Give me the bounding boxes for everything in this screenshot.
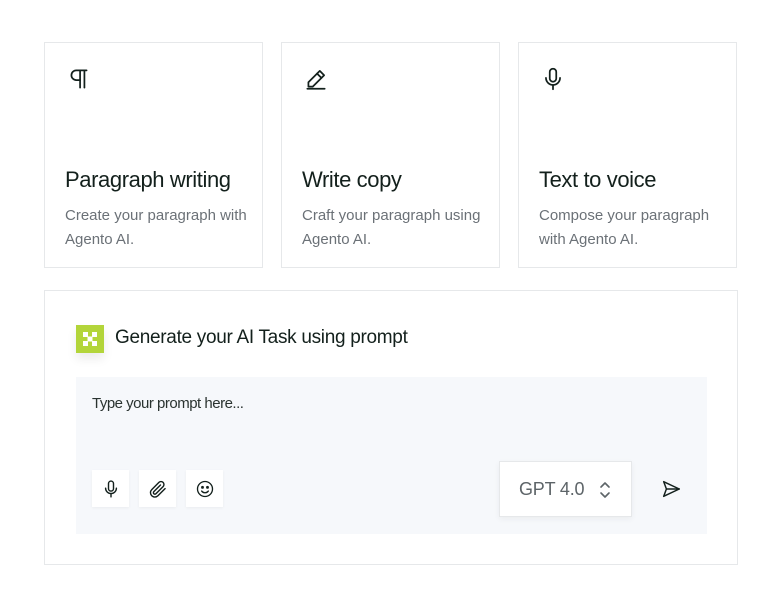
microphone-button[interactable] [92,470,129,507]
card-description: Create your paragraph with Agento AI. [65,207,247,248]
prompt-box: GPT 4.0 [76,377,707,534]
prompt-input[interactable] [92,391,652,415]
card-text-to-voice[interactable]: Text to voice Compose your paragraph wit… [518,42,737,268]
card-write-copy[interactable]: Write copy Craft your paragraph using Ag… [281,42,500,268]
attach-file-button[interactable] [139,470,176,507]
model-select[interactable]: GPT 4.0 [499,461,632,517]
pencil-icon [302,65,330,93]
card-title: Write copy [302,167,402,192]
smiley-icon [195,479,215,499]
model-select-value: GPT 4.0 [519,478,585,499]
emoji-button[interactable] [186,470,223,507]
card-description: Craft your paragraph using Agento AI. [302,207,481,248]
chevron-up-down-icon [598,479,612,501]
send-button[interactable] [656,474,686,504]
card-description: Compose your paragraph with Agento AI. [539,207,710,248]
card-title: Paragraph writing [65,167,231,192]
agento-logo-icon [76,325,104,353]
card-paragraph-writing[interactable]: Paragraph writing Create your paragraph … [44,42,263,268]
prompt-heading: Generate your AI Task using prompt [115,327,408,348]
card-title: Text to voice [539,167,657,192]
microphone-icon [539,65,567,93]
microphone-icon [101,479,121,499]
prompt-panel: Generate your AI Task using prompt Type … [44,290,738,565]
paperclip-icon [148,479,168,499]
send-icon [660,478,682,500]
paragraph-icon [65,65,93,93]
